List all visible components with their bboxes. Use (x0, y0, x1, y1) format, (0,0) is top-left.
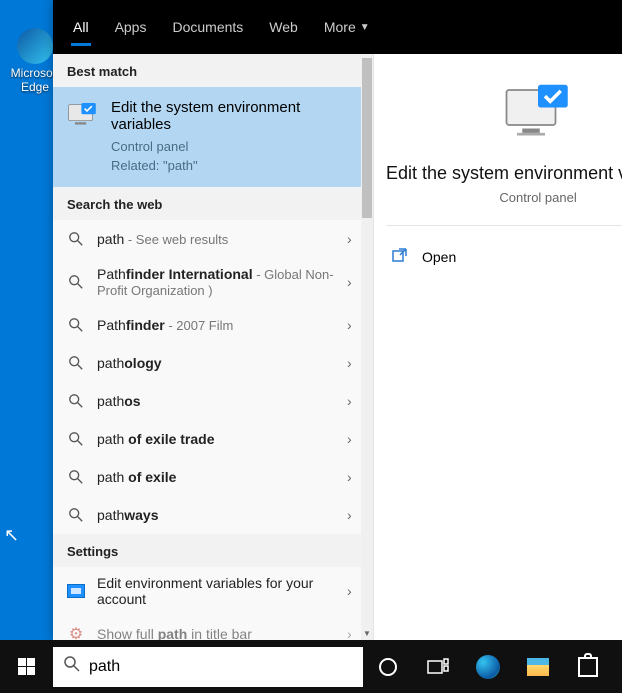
settings-result-text: Show full path in title bar (97, 626, 335, 640)
search-icon (67, 274, 85, 290)
taskbar-app-store[interactable] (563, 640, 613, 693)
web-result[interactable]: Pathfinder International - Global Non-Pr… (53, 258, 373, 306)
open-label: Open (422, 249, 456, 265)
scrollbar-thumb[interactable] (362, 58, 372, 218)
file-explorer-icon (527, 658, 549, 676)
web-result-text: pathology (97, 355, 335, 371)
start-search-panel: All Apps Documents Web More▼ Best match … (53, 0, 622, 640)
chevron-down-icon: ▼ (360, 22, 370, 33)
result-preview-pane: Edit the system environment variables Co… (373, 54, 622, 640)
search-icon (67, 317, 85, 333)
task-view-button[interactable] (413, 640, 463, 693)
search-filter-tabs: All Apps Documents Web More▼ (53, 0, 622, 54)
section-search-web: Search the web (53, 187, 373, 220)
settings-result[interactable]: Edit environment variables for your acco… (53, 567, 373, 615)
search-icon (67, 355, 85, 371)
settings-result[interactable]: ⚙Show full path in title bar› (53, 615, 373, 640)
divider (386, 225, 622, 226)
best-match-result[interactable]: Edit the system environment variables Co… (53, 87, 373, 187)
search-icon (67, 231, 85, 247)
web-result-text: pathos (97, 393, 335, 409)
web-result[interactable]: pathways› (53, 496, 373, 534)
tab-all[interactable]: All (61, 0, 101, 54)
monitor-check-icon (67, 103, 99, 127)
edge-icon (17, 28, 53, 64)
web-result-text: pathways (97, 507, 335, 523)
taskbar-app-edge[interactable] (463, 640, 513, 693)
open-icon (392, 246, 410, 267)
search-icon (67, 393, 85, 409)
web-result-text: path of exile trade (97, 431, 335, 447)
best-match-title: Edit the system environment variables (111, 99, 359, 133)
web-result-text: path - See web results (97, 231, 335, 247)
cortana-button[interactable] (363, 640, 413, 693)
web-result-text: Pathfinder - 2007 Film (97, 317, 335, 333)
web-result[interactable]: Pathfinder - 2007 Film› (53, 306, 373, 344)
monitor-check-icon (503, 84, 573, 143)
windows-logo-icon (18, 658, 35, 675)
web-result[interactable]: path of exile trade› (53, 420, 373, 458)
mouse-cursor: ↖ (4, 525, 19, 546)
web-result[interactable]: path - See web results› (53, 220, 373, 258)
web-result[interactable]: pathos› (53, 382, 373, 420)
search-icon (67, 431, 85, 447)
tab-web[interactable]: Web (257, 0, 310, 54)
best-match-subtitle: Control panel (111, 139, 359, 154)
web-result[interactable]: pathology› (53, 344, 373, 382)
search-icon (67, 469, 85, 485)
tab-more[interactable]: More▼ (312, 0, 382, 54)
settings-monitor-icon (67, 584, 85, 598)
search-icon (63, 655, 81, 678)
settings-result-text: Edit environment variables for your acco… (97, 575, 335, 607)
preview-subtitle: Control panel (499, 190, 576, 205)
results-scrollbar[interactable]: ▲ ▼ (361, 54, 373, 640)
web-result[interactable]: path of exile› (53, 458, 373, 496)
search-input[interactable] (89, 658, 353, 676)
best-match-related: Related: "path" (111, 158, 359, 173)
scroll-down-icon[interactable]: ▼ (361, 626, 373, 640)
taskbar (0, 640, 622, 693)
settings-slider-icon: ⚙ (67, 624, 85, 640)
taskbar-search-box[interactable] (53, 647, 363, 687)
search-icon (67, 507, 85, 523)
edge-icon (476, 655, 500, 679)
taskbar-app-explorer[interactable] (513, 640, 563, 693)
results-list: Best match Edit the system environment v… (53, 54, 373, 640)
tab-documents[interactable]: Documents (160, 0, 255, 54)
section-settings: Settings (53, 534, 373, 567)
start-button[interactable] (0, 640, 53, 693)
tab-apps[interactable]: Apps (103, 0, 159, 54)
web-result-text: path of exile (97, 469, 335, 485)
web-result-text: Pathfinder International - Global Non-Pr… (97, 266, 335, 298)
microsoft-store-icon (578, 657, 598, 677)
preview-title: Edit the system environment variables (386, 163, 622, 184)
open-action[interactable]: Open (386, 236, 622, 277)
section-best-match: Best match (53, 54, 373, 87)
